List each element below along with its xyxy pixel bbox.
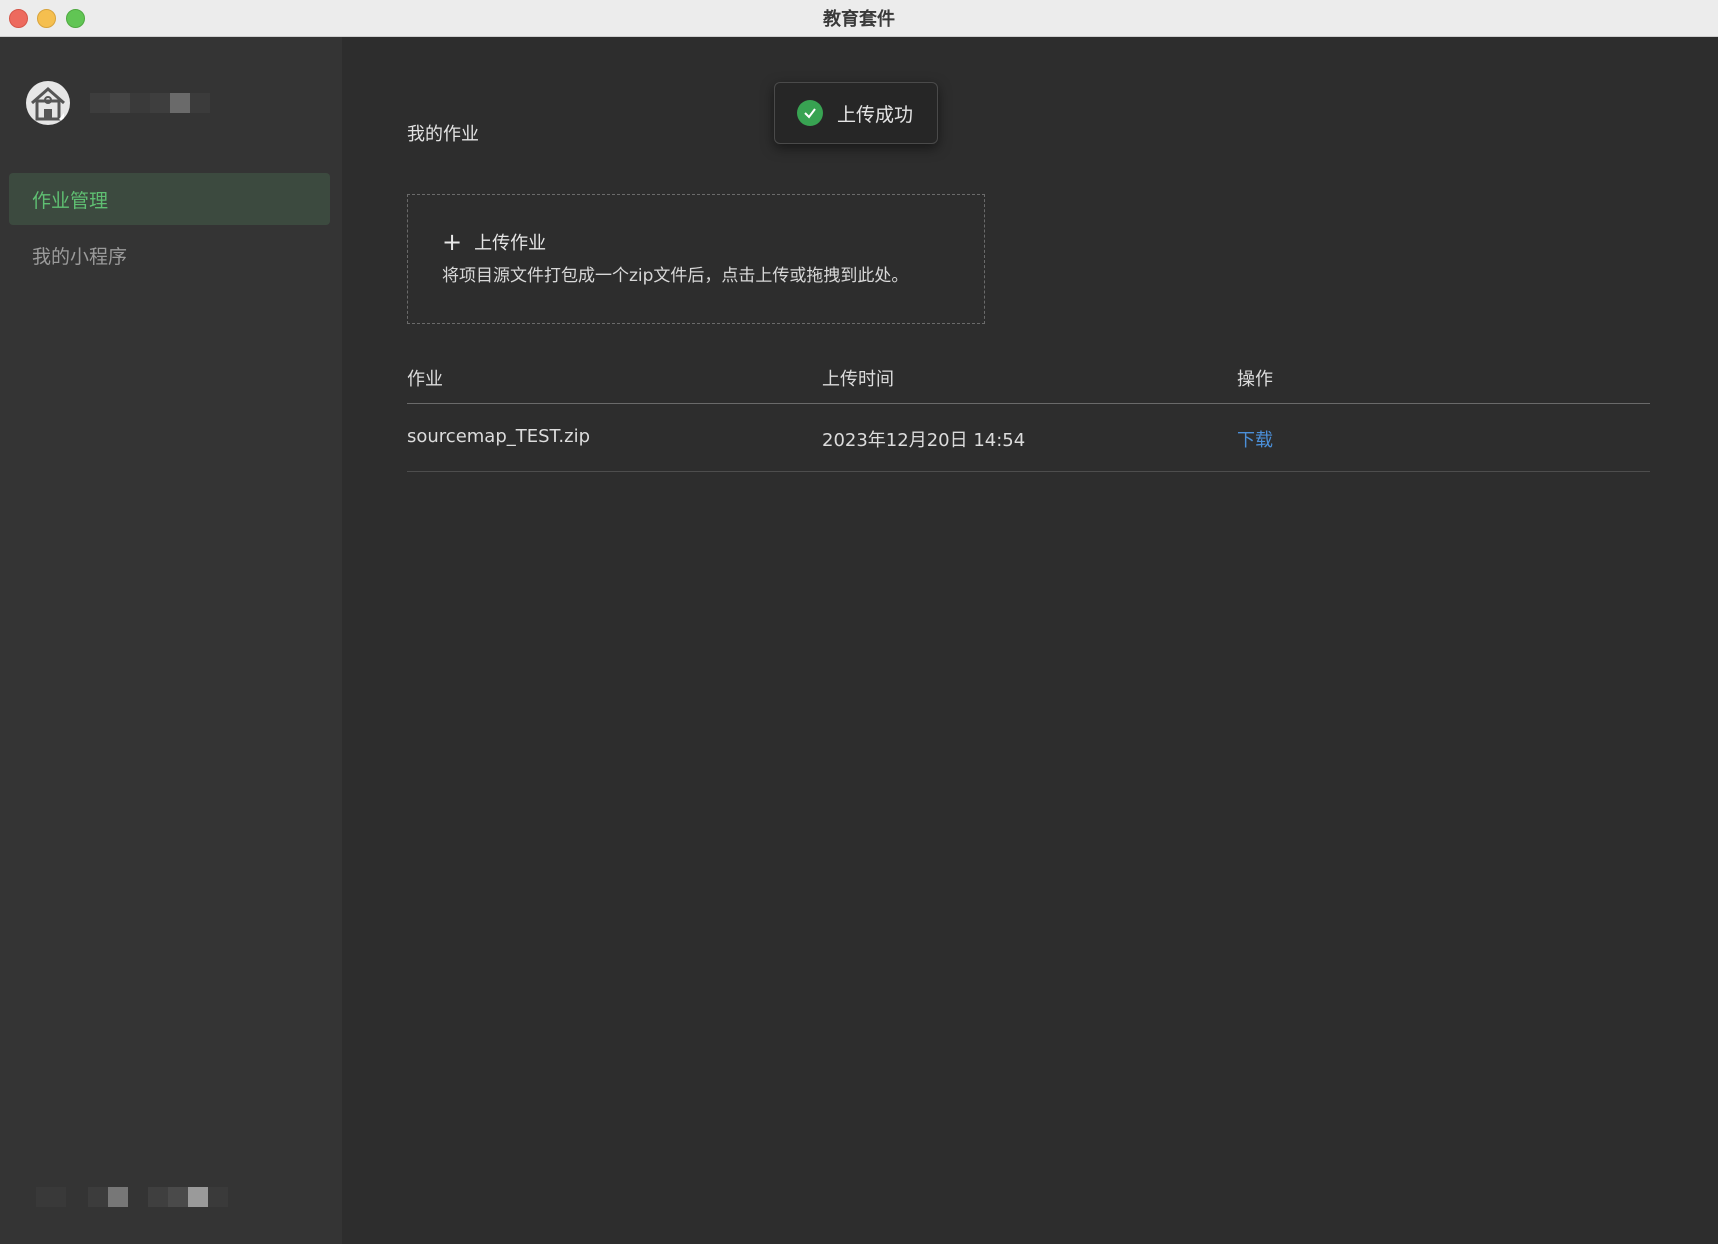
assignment-file-name: sourcemap_TEST.zip xyxy=(407,426,591,447)
download-link[interactable]: 下载 xyxy=(1237,426,1273,452)
sidebar-item-my-miniprograms[interactable]: 我的小程序 xyxy=(9,229,330,281)
column-header-upload-time: 上传时间 xyxy=(822,369,894,390)
app-window: 教育套件 作业管理 我的小程序 我的作业 上传成功 + 上传作业 将项目源文件打… xyxy=(0,0,1718,1244)
sidebar-item-label: 作业管理 xyxy=(32,189,109,212)
sidebar: 作业管理 我的小程序 xyxy=(0,37,342,1244)
minimize-window-button[interactable] xyxy=(37,9,56,28)
main-content: 我的作业 上传成功 + 上传作业 将项目源文件打包成一个zip文件后，点击上传或… xyxy=(342,37,1718,1244)
sidebar-item-assignments[interactable]: 作业管理 xyxy=(9,173,330,225)
upload-title-row: + 上传作业 xyxy=(442,229,546,255)
check-circle-icon xyxy=(797,100,823,126)
footer-info-redacted xyxy=(36,1187,236,1207)
table-row: sourcemap_TEST.zip 2023年12月20日 14:54 下载 xyxy=(407,404,1650,472)
upload-title: 上传作业 xyxy=(474,233,547,254)
upload-time: 2023年12月20日 14:54 xyxy=(822,430,1026,451)
page-title: 我的作业 xyxy=(407,124,479,145)
maximize-window-button[interactable] xyxy=(66,9,85,28)
toast-message: 上传成功 xyxy=(837,103,914,126)
close-window-button[interactable] xyxy=(9,9,28,28)
window-title: 教育套件 xyxy=(823,9,895,30)
upload-description: 将项目源文件打包成一个zip文件后，点击上传或拖拽到此处。 xyxy=(442,266,909,286)
toast-notification: 上传成功 xyxy=(774,82,938,144)
upload-dropzone[interactable]: + 上传作业 将项目源文件打包成一个zip文件后，点击上传或拖拽到此处。 xyxy=(407,194,985,324)
table-header: 作业 上传时间 操作 xyxy=(407,353,1650,404)
school-house-icon xyxy=(26,81,70,125)
assignments-table: 作业 上传时间 操作 sourcemap_TEST.zip 2023年12月20… xyxy=(407,353,1650,472)
plus-icon: + xyxy=(442,228,463,256)
title-bar: 教育套件 xyxy=(0,0,1718,37)
sidebar-item-label: 我的小程序 xyxy=(32,245,128,268)
user-name-redacted xyxy=(90,93,210,113)
column-header-actions: 操作 xyxy=(1237,369,1273,390)
column-header-assignment: 作业 xyxy=(407,369,443,390)
